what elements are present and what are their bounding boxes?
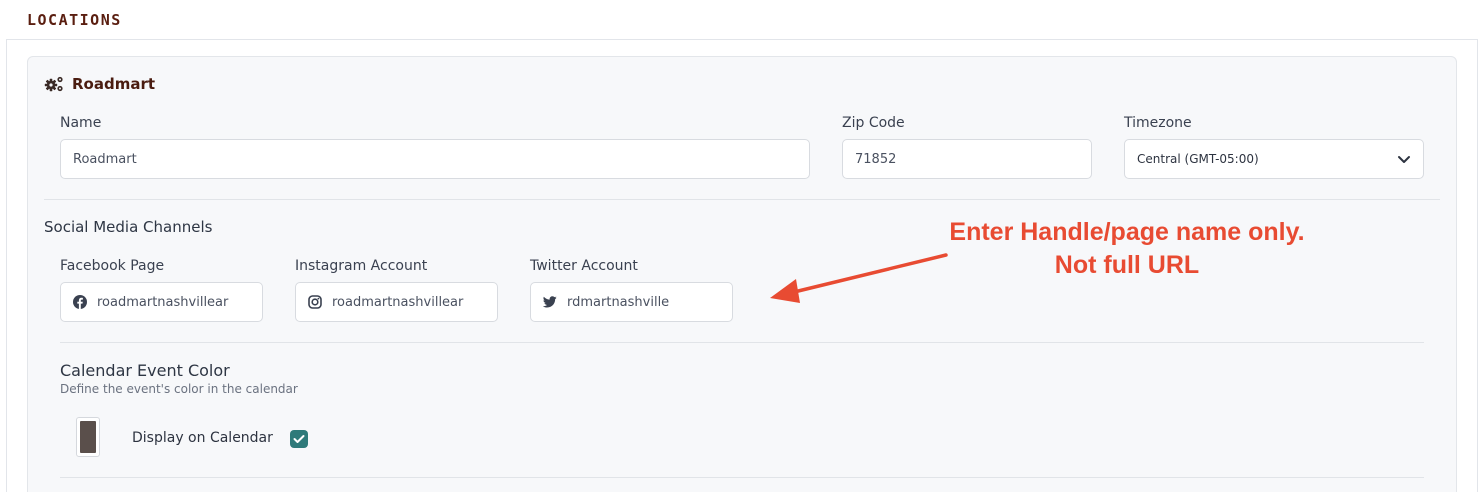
display-on-calendar-label: Display on Calendar xyxy=(132,430,273,446)
calendar-event-color-heading: Calendar Event Color xyxy=(60,361,230,380)
display-on-calendar-checkbox[interactable] xyxy=(290,430,308,448)
annotation-line-2: Not full URL xyxy=(1054,251,1200,279)
facebook-icon xyxy=(73,295,87,309)
zip-code-label: Zip Code xyxy=(842,115,905,131)
instagram-label: Instagram Account xyxy=(295,258,428,274)
divider xyxy=(60,342,1424,343)
instagram-input[interactable]: roadmartnashvillear xyxy=(295,282,498,322)
twitter-label: Twitter Account xyxy=(530,258,638,274)
twitter-input[interactable]: rdmartnashville xyxy=(530,282,733,322)
facebook-input-value: roadmartnashvillear xyxy=(97,294,229,310)
timezone-select-value: Central (GMT-05:00) xyxy=(1137,152,1259,166)
facebook-label: Facebook Page xyxy=(60,258,165,274)
timezone-label: Timezone xyxy=(1124,115,1192,131)
timezone-select[interactable]: Central (GMT-05:00) xyxy=(1124,139,1424,179)
location-card-title: Roadmart xyxy=(44,75,155,93)
instagram-icon xyxy=(308,295,322,309)
zip-code-input-value: 71852 xyxy=(855,151,897,167)
annotation-arrow-icon xyxy=(770,253,948,303)
chevron-down-icon xyxy=(1398,156,1410,163)
facebook-input[interactable]: roadmartnashvillear xyxy=(60,282,263,322)
name-label: Name xyxy=(60,115,102,131)
social-media-heading: Social Media Channels xyxy=(44,218,213,236)
zip-code-input[interactable]: 71852 xyxy=(842,139,1092,179)
location-name-heading: Roadmart xyxy=(72,75,156,93)
section-title: LOCATIONS xyxy=(27,11,122,29)
divider xyxy=(60,477,1424,478)
name-input[interactable]: Roadmart xyxy=(60,139,810,179)
color-swatch[interactable] xyxy=(76,417,100,457)
checkmark-icon xyxy=(293,435,305,443)
annotation-note: Enter Handle/page name only. Not full UR… xyxy=(902,216,1352,282)
section-header: LOCATIONS xyxy=(0,0,1478,40)
twitter-icon xyxy=(543,296,557,308)
gears-icon xyxy=(44,76,63,92)
annotation-line-1: Enter Handle/page name only. xyxy=(949,218,1305,246)
calendar-event-color-description: Define the event's color in the calendar xyxy=(60,382,298,396)
instagram-input-value: roadmartnashvillear xyxy=(332,294,464,310)
name-input-value: Roadmart xyxy=(73,151,137,167)
twitter-input-value: rdmartnashville xyxy=(567,294,670,310)
divider xyxy=(44,199,1440,200)
color-swatch-fill xyxy=(80,421,96,453)
